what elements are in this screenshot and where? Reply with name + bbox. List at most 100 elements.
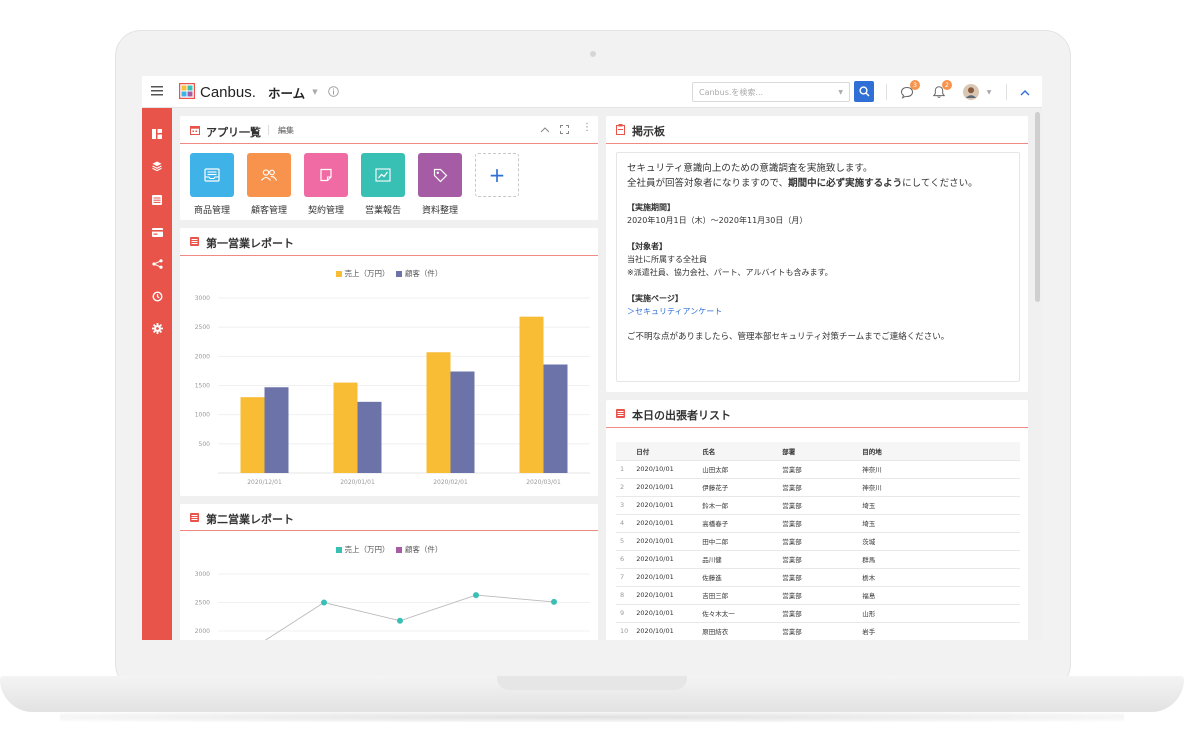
avatar-icon	[963, 84, 979, 100]
table-cell: 営業部	[778, 604, 859, 623]
table-cell: 原田結衣	[698, 622, 779, 640]
alerts-button[interactable]: 2	[930, 80, 952, 100]
survey-link[interactable]: ＞セキュリティアンケート	[627, 305, 1009, 318]
bar-sales	[333, 382, 358, 473]
app-label: 顧客管理	[250, 206, 287, 216]
chevron-up-icon[interactable]	[540, 126, 550, 133]
bar-sales	[519, 316, 544, 473]
chart-line-icon	[375, 168, 391, 182]
search-scope-dropdown-icon[interactable]: ▼	[838, 89, 843, 96]
table-row[interactable]: 6 2020/10/01 品川健 営業部 群馬	[616, 550, 1020, 569]
sidebar-layers-icon[interactable]	[142, 158, 172, 174]
table-cell: 2020/10/01	[632, 532, 699, 551]
report2-panel: 第二営業レポート 売上（万円） 顧客（件） 3000 2500 2000	[180, 504, 598, 640]
sidebar-list-icon[interactable]	[142, 192, 172, 208]
search-button[interactable]	[854, 81, 874, 102]
table-row[interactable]: 8 2020/10/01 吉田三郎 営業部 福島	[616, 586, 1020, 605]
y-tick-label: 2500	[195, 324, 210, 331]
message-text: にしてください。	[902, 178, 978, 189]
app-label: 営業報告	[364, 206, 401, 216]
table-cell: 営業部	[778, 622, 859, 640]
x-tick-label: 2020/12/01	[247, 479, 282, 486]
y-tick-label: 3000	[195, 571, 210, 578]
user-avatar[interactable]	[962, 83, 980, 101]
y-tick-label: 500	[199, 441, 211, 448]
period-heading: 【実施期間】	[627, 203, 675, 212]
table-cell: 営業部	[778, 586, 859, 605]
table-row[interactable]: 9 2020/10/01 佐々木太一 営業部 山形	[616, 604, 1020, 623]
app-tile-sales-report[interactable]	[361, 153, 405, 197]
bar-sales	[426, 352, 451, 473]
table-cell: 2020/10/01	[632, 460, 699, 479]
sidebar-settings-icon[interactable]	[142, 320, 172, 336]
page-title-dropdown-icon[interactable]: ▼	[310, 84, 320, 100]
fullscreen-icon[interactable]	[560, 125, 569, 134]
top-bar: Canbus. ホーム ▼ Canbus.を検索... ▼ 3 2 ▼	[142, 76, 1042, 108]
sidebar-card-icon[interactable]	[142, 224, 172, 240]
user-menu-dropdown-icon[interactable]: ▼	[984, 84, 994, 100]
app-tile-product[interactable]	[190, 153, 234, 197]
search-input[interactable]: Canbus.を検索... ▼	[692, 82, 850, 102]
app-tile-documents[interactable]	[418, 153, 462, 197]
table-row[interactable]: 7 2020/10/01 佐藤進 営業部 栃木	[616, 568, 1020, 587]
users-icon	[261, 169, 278, 181]
apps-panel: アプリ一覧 編集 ⋮ 商品管理 顧客管理 契約管理 営業報告 資料整理 +	[180, 116, 598, 220]
table-cell: 鈴木一郎	[698, 496, 779, 515]
scrollbar-thumb[interactable]	[1035, 112, 1040, 302]
y-tick-label: 1000	[195, 412, 210, 419]
more-options-icon[interactable]: ⋮	[582, 122, 592, 133]
table-row[interactable]: 5 2020/10/01 田中二郎 営業部 茨城	[616, 532, 1020, 551]
logo-text: Canbus.	[200, 83, 256, 101]
row-number: 10	[616, 622, 633, 640]
table-cell: 2020/10/01	[632, 514, 699, 533]
table-row[interactable]: 4 2020/10/01 高橋春子 営業部 埼玉	[616, 514, 1020, 533]
table-cell: 品川健	[698, 550, 779, 569]
sidebar-history-icon[interactable]	[142, 288, 172, 304]
app-label: 商品管理	[193, 206, 230, 216]
table-cell: 2020/10/01	[632, 622, 699, 640]
tag-icon	[433, 168, 447, 182]
table-cell: 営業部	[778, 478, 859, 497]
app-tile-customer[interactable]	[247, 153, 291, 197]
row-number: 3	[616, 496, 633, 515]
table-cell: 神奈川	[858, 478, 1020, 497]
edit-link[interactable]: 編集	[278, 125, 294, 136]
data-point	[473, 592, 479, 599]
table-header-row: 日付 氏名 部署 目的地	[616, 442, 1020, 461]
messages-button[interactable]: 3	[898, 80, 920, 100]
row-number-header	[616, 442, 633, 461]
x-tick-label: 2020/02/01	[433, 479, 468, 486]
table-cell: 埼玉	[858, 496, 1020, 515]
table-cell: 2020/10/01	[632, 550, 699, 569]
app-label: 契約管理	[307, 206, 344, 216]
sidebar-dashboard-icon[interactable]	[142, 126, 172, 142]
table-cell: 群馬	[858, 550, 1020, 569]
sidebar-share-icon[interactable]	[142, 256, 172, 272]
table-row[interactable]: 1 2020/10/01 山田太郎 営業部 神奈川	[616, 460, 1020, 479]
app-tile-contract[interactable]	[304, 153, 348, 197]
message-text: 全社員が回答対象者になりますので、	[627, 178, 789, 189]
message-emphasis: 期間中に必ず実施するよう	[788, 178, 903, 189]
hamburger-menu-icon[interactable]	[150, 84, 164, 98]
bulletin-message: セキュリティ意識向上のための意識調査を実施致します。 全社員が回答対象者になりま…	[616, 152, 1020, 382]
column-header: 日付	[632, 442, 699, 461]
canbus-logo-icon[interactable]	[178, 83, 196, 99]
table-row[interactable]: 2 2020/10/01 伊藤花子 営業部 神奈川	[616, 478, 1020, 497]
calendar-icon	[190, 126, 200, 135]
info-icon[interactable]	[326, 84, 340, 98]
table-cell: 福島	[858, 586, 1020, 605]
page-heading: 【実施ページ】	[627, 294, 683, 303]
y-tick-label: 2000	[195, 353, 210, 360]
column-header: 氏名	[698, 442, 779, 461]
table-row[interactable]: 3 2020/10/01 鈴木一郎 営業部 埼玉	[616, 496, 1020, 515]
collapse-header-button[interactable]	[1017, 84, 1033, 100]
row-number: 6	[616, 550, 633, 569]
target-heading: 【対象者】	[627, 242, 667, 251]
table-cell: 茨城	[858, 532, 1020, 551]
add-app-button[interactable]: +	[475, 153, 519, 197]
table-cell: 田中二郎	[698, 532, 779, 551]
table-cell: 営業部	[778, 550, 859, 569]
sidebar	[142, 108, 172, 640]
table-row[interactable]: 10 2020/10/01 原田結衣 営業部 岩手	[616, 622, 1020, 640]
table-cell: 営業部	[778, 496, 859, 515]
